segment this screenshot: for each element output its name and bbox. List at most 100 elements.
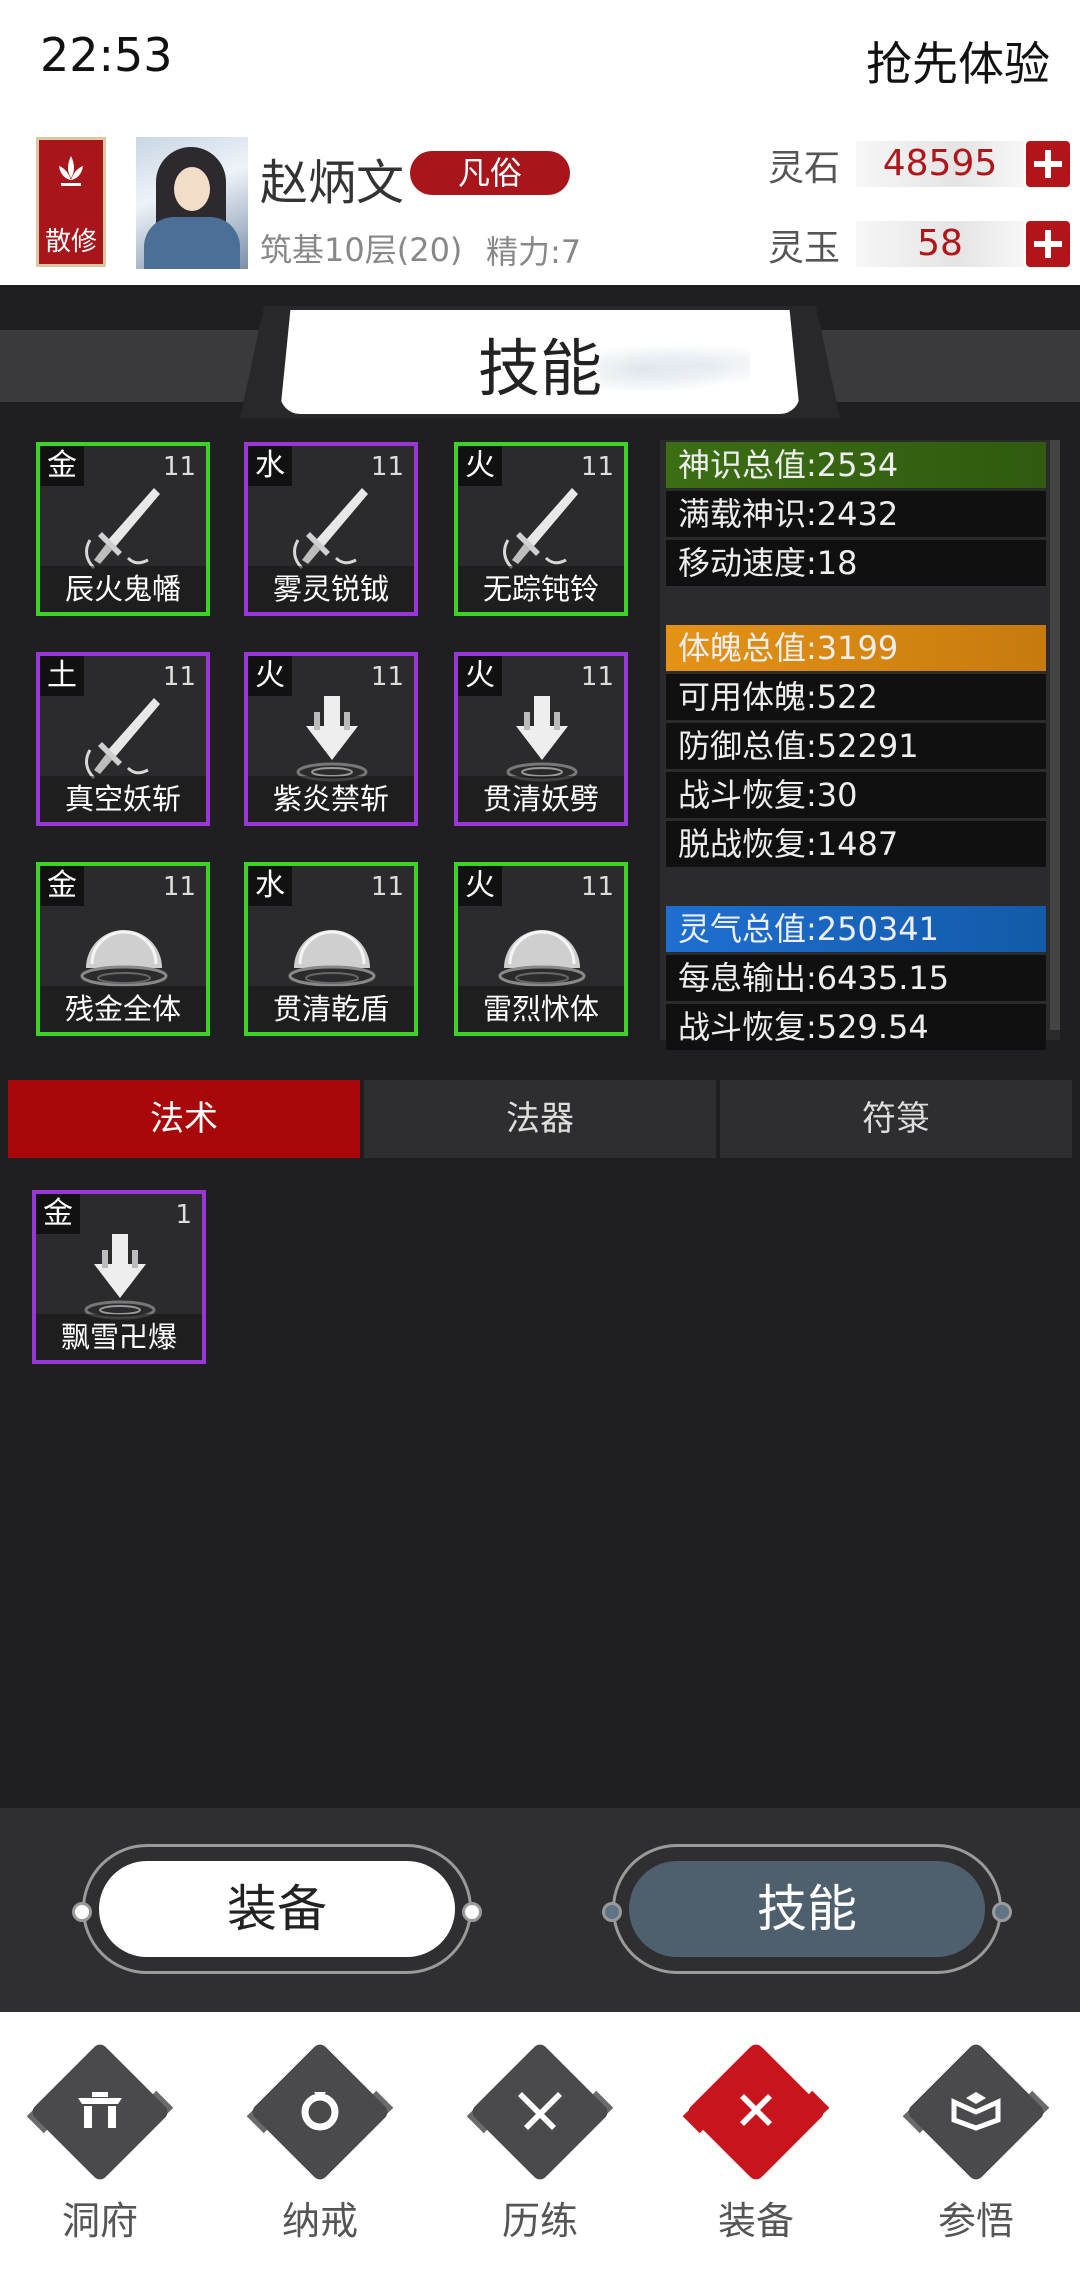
skill-card[interactable]: 火 11 紫炎禁斩: [244, 652, 418, 826]
skill-level: 11: [162, 662, 196, 692]
skill-level: 11: [162, 872, 196, 902]
skill-card[interactable]: 火 11 贯清妖劈: [454, 652, 628, 826]
stat-group-header: 体魄总值:3199: [666, 625, 1046, 671]
page-title: 技能: [477, 332, 602, 405]
currency-label: 灵石: [768, 148, 841, 189]
skill-toggle[interactable]: 技能: [602, 1844, 1012, 1974]
cross-icon: [740, 2094, 772, 2126]
skill-card[interactable]: 土 11 真空妖斩: [36, 652, 210, 826]
skill-name: 雾灵锐钺: [248, 566, 414, 612]
currency-value: 58: [856, 221, 1024, 267]
equip-toggle[interactable]: 装备: [72, 1844, 482, 1974]
skill-card[interactable]: 火 11 雷烈怵体: [454, 862, 628, 1036]
stat-label: 满载神识:: [678, 495, 817, 533]
avatar[interactable]: [136, 137, 248, 269]
skill-button[interactable]: 技能: [629, 1861, 985, 1957]
down-arrow-strike-icon: [72, 1228, 168, 1324]
stat-row: 战斗恢复:529.54: [666, 1004, 1046, 1050]
element-tag: 火: [458, 446, 502, 486]
skill-card[interactable]: 火 11 无踪钝铃: [454, 442, 628, 616]
skill-name: 飘雪卍爆: [36, 1314, 202, 1360]
stat-label: 脱战恢复:: [678, 825, 817, 863]
element-tag: 土: [40, 656, 84, 696]
stats-panel: 神识总值:2534 满载神识:2432 移动速度:18 体魄总值:3199 可用体魄:5…: [660, 440, 1060, 1050]
currency-spirit-stone: 灵石 48595: [768, 135, 1070, 191]
nav-ring[interactable]: 纳戒: [230, 2041, 410, 2252]
sect-badge[interactable]: 散修: [36, 137, 106, 267]
nav-training[interactable]: 历练: [450, 2041, 630, 2252]
sword-icon: [494, 480, 590, 576]
tab-artifacts[interactable]: 法器: [364, 1080, 716, 1158]
skill-name: 残金全体: [40, 986, 206, 1032]
gate-icon: [78, 2092, 122, 2128]
stat-label: 移动速度:: [678, 544, 817, 582]
bottom-nav: 洞府 纳戒 历练 装备 参悟: [0, 2012, 1080, 2280]
down-arrow-strike-icon: [494, 690, 590, 786]
stat-label: 防御总值:: [678, 727, 817, 765]
equip-button[interactable]: 装备: [99, 1861, 455, 1957]
ring-icon: [301, 2092, 339, 2131]
stat-value: 6435.15: [816, 959, 950, 997]
nav-enlightenment[interactable]: 参悟: [886, 2041, 1066, 2252]
tab-talismans[interactable]: 符箓: [720, 1080, 1072, 1158]
nav-label: 装备: [717, 2199, 794, 2243]
stat-value: 522: [816, 678, 878, 716]
skill-name: 雷烈怵体: [458, 986, 624, 1032]
sword-icon: [284, 480, 380, 576]
stat-label: 神识总值:: [678, 446, 817, 484]
skill-card[interactable]: 水 11 雾灵锐钺: [244, 442, 418, 616]
cultivation-realm: 筑基10层(20): [260, 231, 463, 269]
stat-value: 30: [816, 776, 858, 814]
stat-group-header: 灵气总值:250341: [666, 906, 1046, 952]
element-tag: 水: [248, 866, 292, 906]
stat-value: 250341: [816, 910, 939, 948]
nav-equipment[interactable]: 装备: [666, 2041, 846, 2252]
element-tag: 金: [40, 446, 84, 486]
tab-spells[interactable]: 法术: [8, 1080, 360, 1158]
nav-label: 洞府: [61, 2199, 138, 2243]
status-time: 22:53: [40, 28, 173, 82]
skill-name: 贯清妖劈: [458, 776, 624, 822]
dome-shield-icon: [76, 900, 172, 996]
add-spirit-stone-button[interactable]: [1026, 141, 1070, 187]
skill-card[interactable]: 水 11 贯清乾盾: [244, 862, 418, 1036]
skill-card[interactable]: 金 11 辰火鬼幡: [36, 442, 210, 616]
stat-value: 18: [816, 544, 858, 582]
player-name: 赵炳文: [260, 155, 405, 211]
stat-row: 移动速度:18: [666, 540, 1046, 586]
stat-label: 体魄总值:: [678, 629, 817, 667]
skill-level: 11: [580, 872, 614, 902]
nav-label: 历练: [501, 2199, 578, 2243]
down-arrow-strike-icon: [284, 690, 380, 786]
stat-label: 战斗恢复:: [678, 776, 817, 814]
stat-group-header: 神识总值:2534: [666, 442, 1046, 488]
stat-label: 每息输出:: [678, 959, 817, 997]
add-spirit-jade-button[interactable]: [1026, 221, 1070, 267]
dome-shield-icon: [494, 900, 590, 996]
currency-spirit-jade: 灵玉 58: [768, 215, 1070, 271]
stat-value: 2534: [816, 446, 899, 484]
currency-label: 灵玉: [768, 228, 841, 269]
stat-label: 战斗恢复:: [678, 1008, 817, 1046]
lotus-icon: [59, 156, 83, 186]
skill-card[interactable]: 金 11 残金全体: [36, 862, 210, 1036]
skill-level: 11: [162, 452, 196, 482]
element-tag: 火: [248, 656, 292, 696]
crossed-swords-icon: [518, 2092, 562, 2130]
skill-level: 11: [580, 452, 614, 482]
spell-card[interactable]: 金 1 飘雪卍爆: [32, 1190, 206, 1364]
stat-row: 战斗恢复:30: [666, 772, 1046, 818]
nav-label: 参悟: [937, 2199, 1014, 2243]
action-area: 装备 技能: [0, 1808, 1080, 2012]
stats-scrollbar[interactable]: [1050, 440, 1060, 1030]
element-tag: 金: [36, 1194, 80, 1234]
skill-name: 真空妖斩: [40, 776, 206, 822]
skill-level: 1: [175, 1200, 192, 1230]
sword-icon: [76, 480, 172, 576]
stat-value: 2432: [816, 495, 899, 533]
early-access-label[interactable]: 抢先体验: [866, 28, 1050, 94]
currency-value: 48595: [856, 141, 1024, 187]
stat-label: 灵气总值:: [678, 910, 817, 948]
stat-row: 防御总值:52291: [666, 723, 1046, 769]
nav-cave[interactable]: 洞府: [10, 2041, 190, 2252]
